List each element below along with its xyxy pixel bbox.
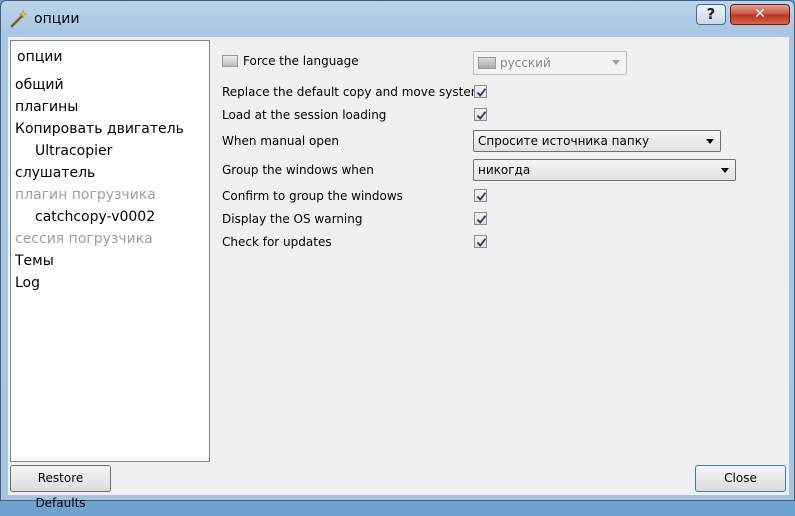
checkmark-icon: [476, 215, 487, 224]
manual-open-label: When manual open: [222, 134, 339, 148]
manual-open-select-value: Спросите источника папку: [478, 134, 650, 148]
help-button[interactable]: ?: [696, 4, 726, 25]
checkmark-icon: [476, 111, 487, 120]
group-windows-label: Group the windows when: [222, 163, 374, 177]
magic-wand-icon: [10, 9, 28, 28]
options-window: опции ? ✕ опции общий плагины Копировать…: [0, 0, 795, 510]
force-language-checkbox[interactable]: [222, 55, 238, 67]
force-language-label: Force the language: [243, 54, 359, 68]
replace-default-label: Replace the default copy and move system: [222, 85, 483, 99]
sidebar-item-plugins[interactable]: плагины: [15, 97, 78, 117]
check-updates-checkbox[interactable]: [474, 235, 487, 248]
title-bar[interactable]: опции ? ✕: [1, 1, 794, 37]
load-session-label: Load at the session loading: [222, 108, 387, 122]
sidebar-header: опции: [17, 49, 63, 65]
load-session-checkbox[interactable]: [474, 108, 487, 121]
language-select[interactable]: русский: [473, 51, 627, 75]
os-warning-checkbox[interactable]: [474, 212, 487, 225]
manual-open-select[interactable]: Спросите источника папку: [473, 130, 721, 152]
close-button[interactable]: Close: [695, 465, 786, 492]
chevron-down-icon: [721, 168, 729, 173]
checkmark-icon: [476, 192, 487, 201]
checkmark-icon: [476, 88, 487, 97]
sidebar-item-ultracopier[interactable]: Ultracopier: [35, 141, 112, 161]
confirm-group-checkbox[interactable]: [474, 189, 487, 202]
language-select-value: русский: [500, 56, 551, 70]
sidebar-item-themes[interactable]: Темы: [15, 251, 54, 271]
os-warning-label: Display the OS warning: [222, 212, 363, 226]
group-windows-select-value: никогда: [478, 163, 531, 177]
window-title: опции: [34, 11, 80, 27]
flag-icon: [478, 57, 496, 69]
sidebar-item-plugin-loader[interactable]: плагин погрузчика: [15, 185, 156, 205]
group-windows-select[interactable]: никогда: [473, 159, 736, 181]
restore-defaults-button[interactable]: Restore Defaults: [10, 465, 111, 510]
chevron-down-icon: [612, 60, 620, 65]
options-sidebar[interactable]: опции общий плагины Копировать двигатель…: [10, 40, 210, 462]
chevron-down-icon: [706, 139, 714, 144]
check-updates-label: Check for updates: [222, 235, 332, 249]
replace-default-checkbox[interactable]: [474, 85, 487, 98]
dialog-client: опции общий плагины Копировать двигатель…: [8, 37, 789, 510]
sidebar-item-catchcopy[interactable]: catchcopy-v0002: [35, 207, 155, 227]
checkmark-icon: [476, 238, 487, 247]
sidebar-item-listener[interactable]: слушатель: [15, 163, 95, 183]
sidebar-item-general[interactable]: общий: [15, 75, 64, 95]
window-close-button[interactable]: ✕: [730, 4, 790, 25]
sidebar-item-copy-engine[interactable]: Копировать двигатель: [15, 119, 184, 139]
sidebar-item-log[interactable]: Log: [15, 273, 40, 293]
confirm-group-label: Confirm to group the windows: [222, 189, 403, 203]
sidebar-item-session-loader[interactable]: сессия погрузчика: [15, 229, 153, 249]
